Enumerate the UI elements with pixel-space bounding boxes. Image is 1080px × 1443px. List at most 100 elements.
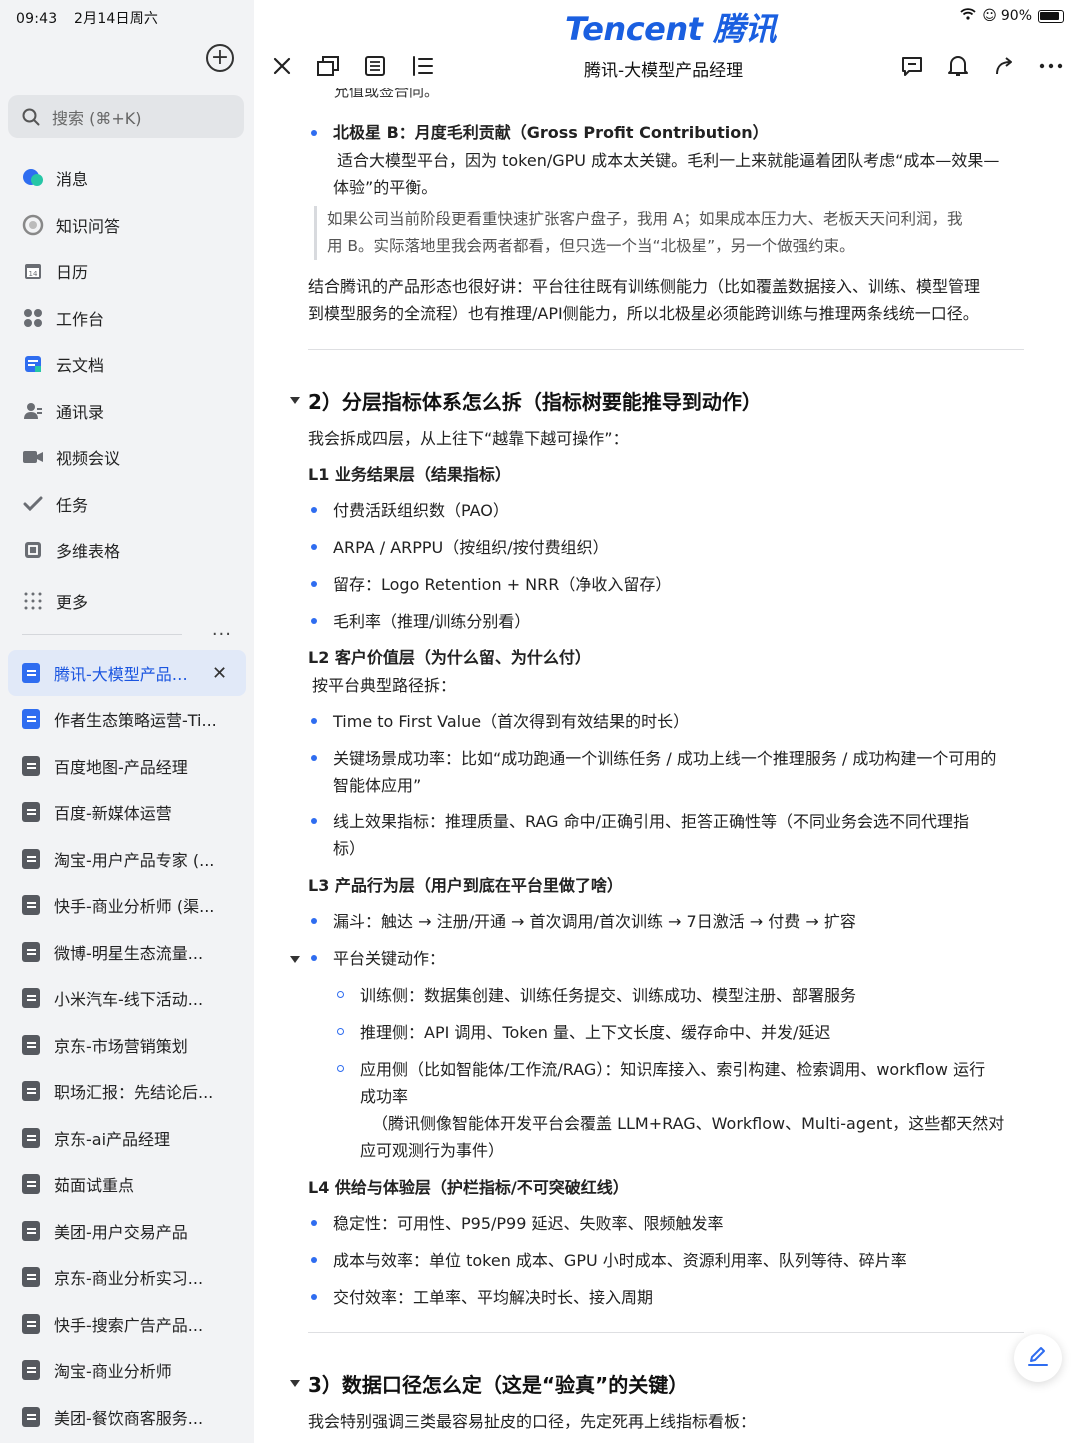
doc-icon — [22, 895, 40, 916]
doc-item-label: 小米汽车-线下活动... — [54, 990, 204, 1010]
doc-item[interactable]: 百度-新媒体运营 — [0, 789, 254, 836]
doc-item-label: 快手-搜索广告产品... — [54, 1315, 204, 1335]
collapse-toggle-icon[interactable] — [290, 956, 300, 963]
doc-icon — [22, 1267, 40, 1288]
sidebar-nav: 消息 知识问答 14 日历 工作台 云文档 通讯录 视频会议 任务 多维表格 更… — [0, 155, 254, 624]
new-compose-button[interactable]: + — [206, 44, 234, 72]
search-input[interactable]: 搜索 (⌘+K) — [8, 95, 244, 138]
sidebar-item-calendar[interactable]: 14 日历 — [0, 248, 254, 295]
doc-item[interactable]: 美团-用户交易产品 — [0, 1208, 254, 1255]
doc-icon — [22, 1406, 40, 1427]
layer-heading-l3: L3 产品行为层（用户到底在平台里做了啥） — [308, 876, 623, 895]
sidebar: 09:43 2月14日周六 + 搜索 (⌘+K) 消息 知识问答 14 日历 工… — [0, 0, 254, 1443]
sidebar-item-label: 多维表格 — [56, 542, 121, 562]
doc-item-label: 作者生态策略运营-Ti... — [54, 711, 217, 731]
paragraph: 结合腾讯的产品形态也很好讲：平台往往既有训练侧能力（比如覆盖数据接入、训练、模型… — [308, 277, 981, 296]
doc-item-label: 茹面试重点 — [54, 1176, 135, 1196]
doc-item[interactable]: 快手-搜索广告产品... — [0, 1301, 254, 1348]
bullet — [311, 955, 317, 961]
list-item: 线上效果指标：推理质量、RAG 命中/正确引用、拒答正确性等（不同业务会选不同代… — [333, 812, 970, 831]
list-item: 平台关键动作： — [333, 949, 446, 968]
doc-item-label: 京东-ai产品经理 — [54, 1129, 171, 1149]
paragraph: 我会拆成四层，从上往下“越靠下越可操作”： — [308, 429, 629, 448]
qa-icon — [22, 214, 44, 236]
sidebar-item-more[interactable]: 更多 — [0, 578, 254, 625]
sidebar-item-label: 更多 — [56, 592, 89, 612]
more-icon[interactable] — [1037, 52, 1065, 80]
layer-heading-l2: L2 客户价值层（为什么留、为什么付） — [308, 648, 591, 667]
more-options-icon[interactable]: ··· — [212, 624, 232, 645]
cloud-doc-icon — [22, 353, 44, 375]
doc-item-label: 淘宝-用户产品专家 (... — [54, 850, 215, 870]
sidebar-item-cloud-docs[interactable]: 云文档 — [0, 341, 254, 388]
close-icon[interactable]: ✕ — [212, 663, 227, 684]
doc-item[interactable]: 京东-ai产品经理 — [0, 1115, 254, 1162]
new-window-icon[interactable] — [314, 52, 342, 80]
doc-item-label: 淘宝-商业分析师 — [54, 1362, 172, 1382]
share-icon[interactable] — [991, 52, 1019, 80]
task-icon — [22, 493, 44, 515]
edit-button[interactable] — [1014, 1334, 1062, 1382]
comment-icon[interactable] — [898, 52, 926, 80]
message-icon — [22, 167, 44, 189]
doc-item[interactable]: 京东-商业分析实习... — [0, 1254, 254, 1301]
list-item-cont: 智能体应用” — [333, 776, 422, 795]
doc-icon — [22, 663, 40, 683]
svg-text:14: 14 — [29, 270, 38, 278]
sidebar-item-video[interactable]: 视频会议 — [0, 434, 254, 481]
doc-item[interactable]: 微博-明星生态流量... — [0, 929, 254, 976]
doc-item[interactable]: 快手-商业分析师 (渠... — [0, 882, 254, 929]
table-of-contents-icon[interactable] — [408, 52, 436, 80]
list-item: 付费活跃组织数（PAO） — [333, 501, 509, 520]
focus-icon: ☺ — [982, 8, 997, 24]
close-icon[interactable] — [268, 52, 296, 80]
doc-item[interactable]: 淘宝-用户产品专家 (... — [0, 836, 254, 883]
status-bar-right: ☺ 90% — [960, 8, 1064, 24]
paragraph: 适合大模型平台，因为 token/GPU 成本太关键。毛利一上来就能逼着团队考虑… — [337, 151, 1000, 170]
doc-item-label: 美团-用户交易产品 — [54, 1222, 188, 1242]
doc-item[interactable]: 淘宝-商业分析师 — [0, 1347, 254, 1394]
doc-item[interactable]: 百度地图-产品经理 — [0, 743, 254, 790]
quote-line: 用 B。实际落地里我会两者都看，但只选一个当“北极星”，另一个做强约束。 — [327, 237, 855, 255]
sidebar-item-label: 知识问答 — [56, 216, 121, 236]
doc-item[interactable]: 小米汽车-线下活动... — [0, 975, 254, 1022]
sub-bullet — [337, 1065, 344, 1072]
list-item: 交付效率：工单率、平均解决时长、接入周期 — [333, 1288, 654, 1307]
bullet — [311, 1257, 317, 1263]
doc-icon — [22, 1174, 40, 1195]
paragraph: 我会特别强调三类最容易扯皮的口径，先定死再上线指标看板： — [308, 1412, 757, 1431]
document-body: 允值或签合同。 北极星 B：月度毛利贡献（Gross Profit Contri… — [254, 88, 1080, 1443]
doc-item[interactable]: 美团-餐饮商客服务... — [0, 1394, 254, 1441]
bullet — [311, 618, 317, 624]
list-item: 成本与效率：单位 token 成本、GPU 小时成本、资源利用率、队列等待、碎片… — [333, 1251, 907, 1270]
search-placeholder: 搜索 (⌘+K) — [52, 108, 142, 128]
sidebar-item-contacts[interactable]: 通讯录 — [0, 388, 254, 435]
doc-icon — [22, 755, 40, 776]
sidebar-divider: ··· — [22, 624, 232, 645]
doc-icon — [22, 1081, 40, 1102]
more-grid-icon — [22, 590, 44, 612]
doc-item[interactable]: 茹面试重点 — [0, 1161, 254, 1208]
divider — [308, 349, 1024, 350]
list-item: 留存：Logo Retention + NRR（净收入留存） — [333, 575, 672, 594]
sidebar-item-workbench[interactable]: 工作台 — [0, 295, 254, 342]
doc-icon — [22, 1034, 40, 1055]
doc-item-active[interactable]: 腾讯-大模型产品经理 ✕ — [8, 650, 246, 696]
outline-icon[interactable] — [361, 52, 389, 80]
collapse-toggle-icon[interactable] — [290, 397, 300, 404]
list-item: 关键场景成功率：比如“成功跑通一个训练任务 / 成功上线一个推理服务 / 成功构… — [333, 749, 997, 768]
doc-item[interactable]: 职场汇报：先结论后... — [0, 1068, 254, 1115]
layer-heading-l1: L1 业务结果层（结果指标） — [308, 465, 511, 484]
sidebar-item-messages[interactable]: 消息 — [0, 155, 254, 202]
sub-list-item-cont: 成功率 — [360, 1087, 409, 1106]
pencil-icon — [1026, 1344, 1050, 1372]
doc-item[interactable]: 作者生态策略运营-Ti... — [0, 696, 254, 743]
collapse-toggle-icon[interactable] — [290, 1380, 300, 1387]
sidebar-item-multitable[interactable]: 多维表格 — [0, 527, 254, 574]
doc-icon — [22, 1127, 40, 1148]
sidebar-item-qa[interactable]: 知识问答 — [0, 202, 254, 249]
paragraph: 按平台典型路径拆： — [312, 676, 457, 695]
doc-item[interactable]: 京东-市场营销策划 — [0, 1022, 254, 1069]
notification-bell-icon[interactable] — [944, 52, 972, 80]
sidebar-item-tasks[interactable]: 任务 — [0, 481, 254, 528]
